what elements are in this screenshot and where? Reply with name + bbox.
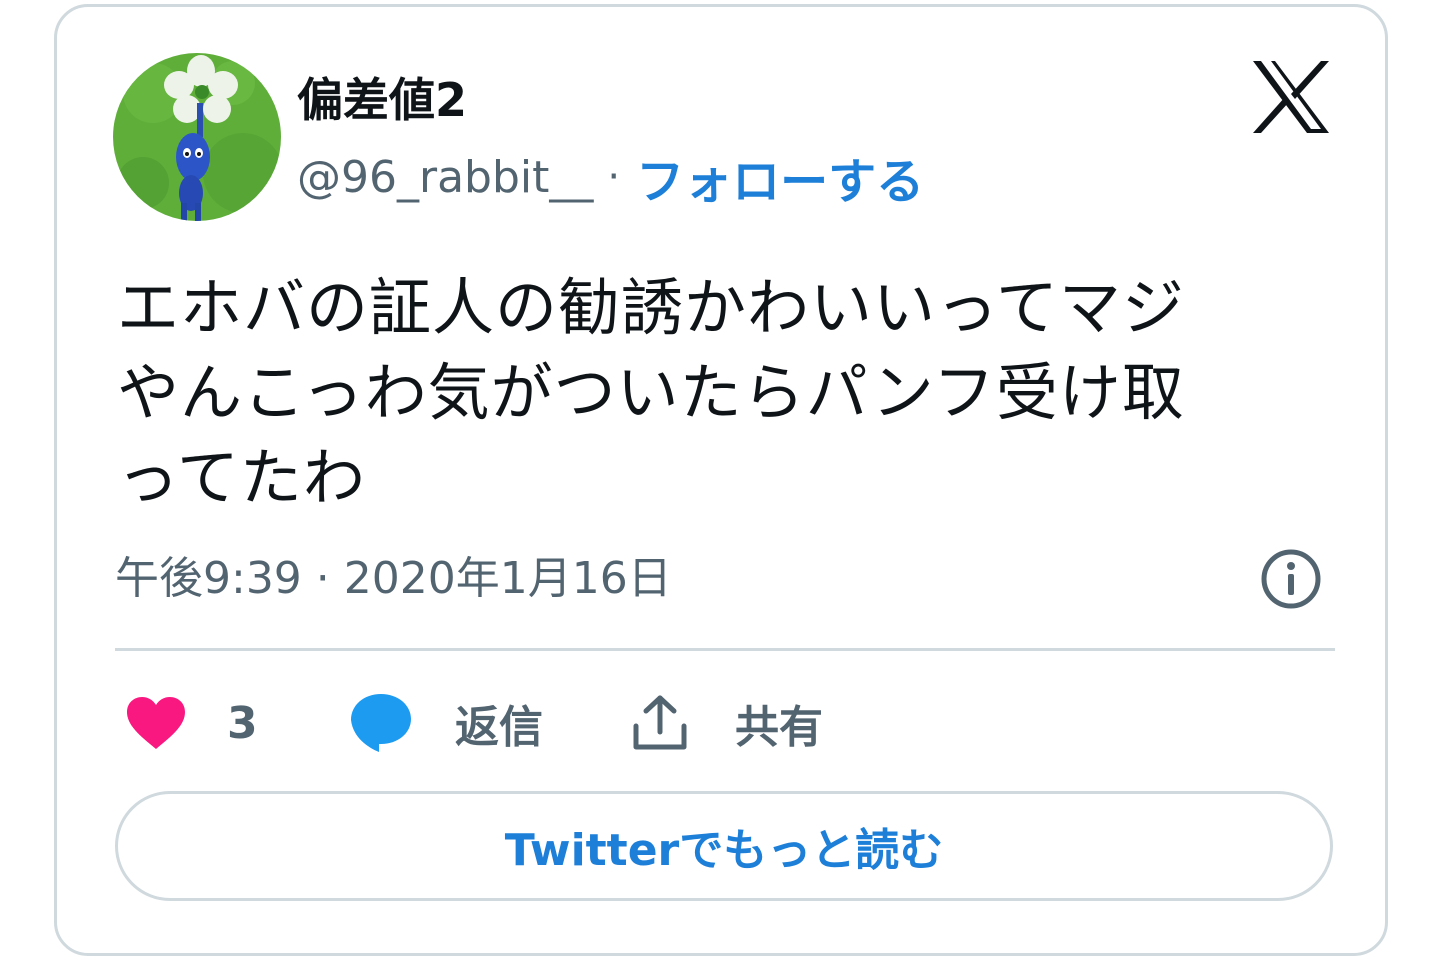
share-label: 共有: [735, 702, 823, 753]
tweet-text-line: エホバの証人の勧誘かわいいってマジ: [117, 271, 1185, 344]
handle-row: @96_rabbit__ · フォローする: [297, 142, 924, 212]
read-more-button[interactable]: Twitterでもっと読む: [115, 791, 1333, 901]
tweet-text-line: やんこっわ気がついたらパンフ受け取: [117, 356, 1185, 429]
x-logo-icon[interactable]: [1251, 59, 1331, 135]
avatar-image: [113, 53, 281, 221]
like-button[interactable]: 3: [125, 685, 258, 761]
follow-link[interactable]: フォローする: [636, 142, 924, 212]
separator-dot: ·: [607, 154, 621, 200]
speech-bubble-icon: [351, 694, 411, 752]
embedded-tweet-card: 偏差値2 @96_rabbit__ · フォローする エホバの証人の勧誘かわいい…: [54, 4, 1388, 956]
divider: [115, 648, 1335, 651]
reply-label: 返信: [455, 702, 543, 753]
upload-share-icon: [633, 695, 687, 750]
share-button[interactable]: 共有: [631, 685, 823, 761]
avatar[interactable]: [113, 53, 281, 221]
tweet-text: エホバの証人の勧誘かわいいってマジ やんこっわ気がついたらパンフ受け取 ってたわ: [117, 265, 1337, 520]
info-icon[interactable]: [1259, 547, 1323, 611]
tweet-text-line: ってたわ: [117, 441, 366, 514]
tweet-timestamp[interactable]: 午後9:39 · 2020年1月16日: [115, 547, 672, 611]
reply-button[interactable]: 返信: [349, 685, 543, 761]
display-name[interactable]: 偏差値2: [297, 71, 467, 129]
user-handle[interactable]: @96_rabbit__: [297, 152, 593, 203]
like-count: 3: [227, 697, 258, 749]
heart-icon: [127, 697, 185, 749]
